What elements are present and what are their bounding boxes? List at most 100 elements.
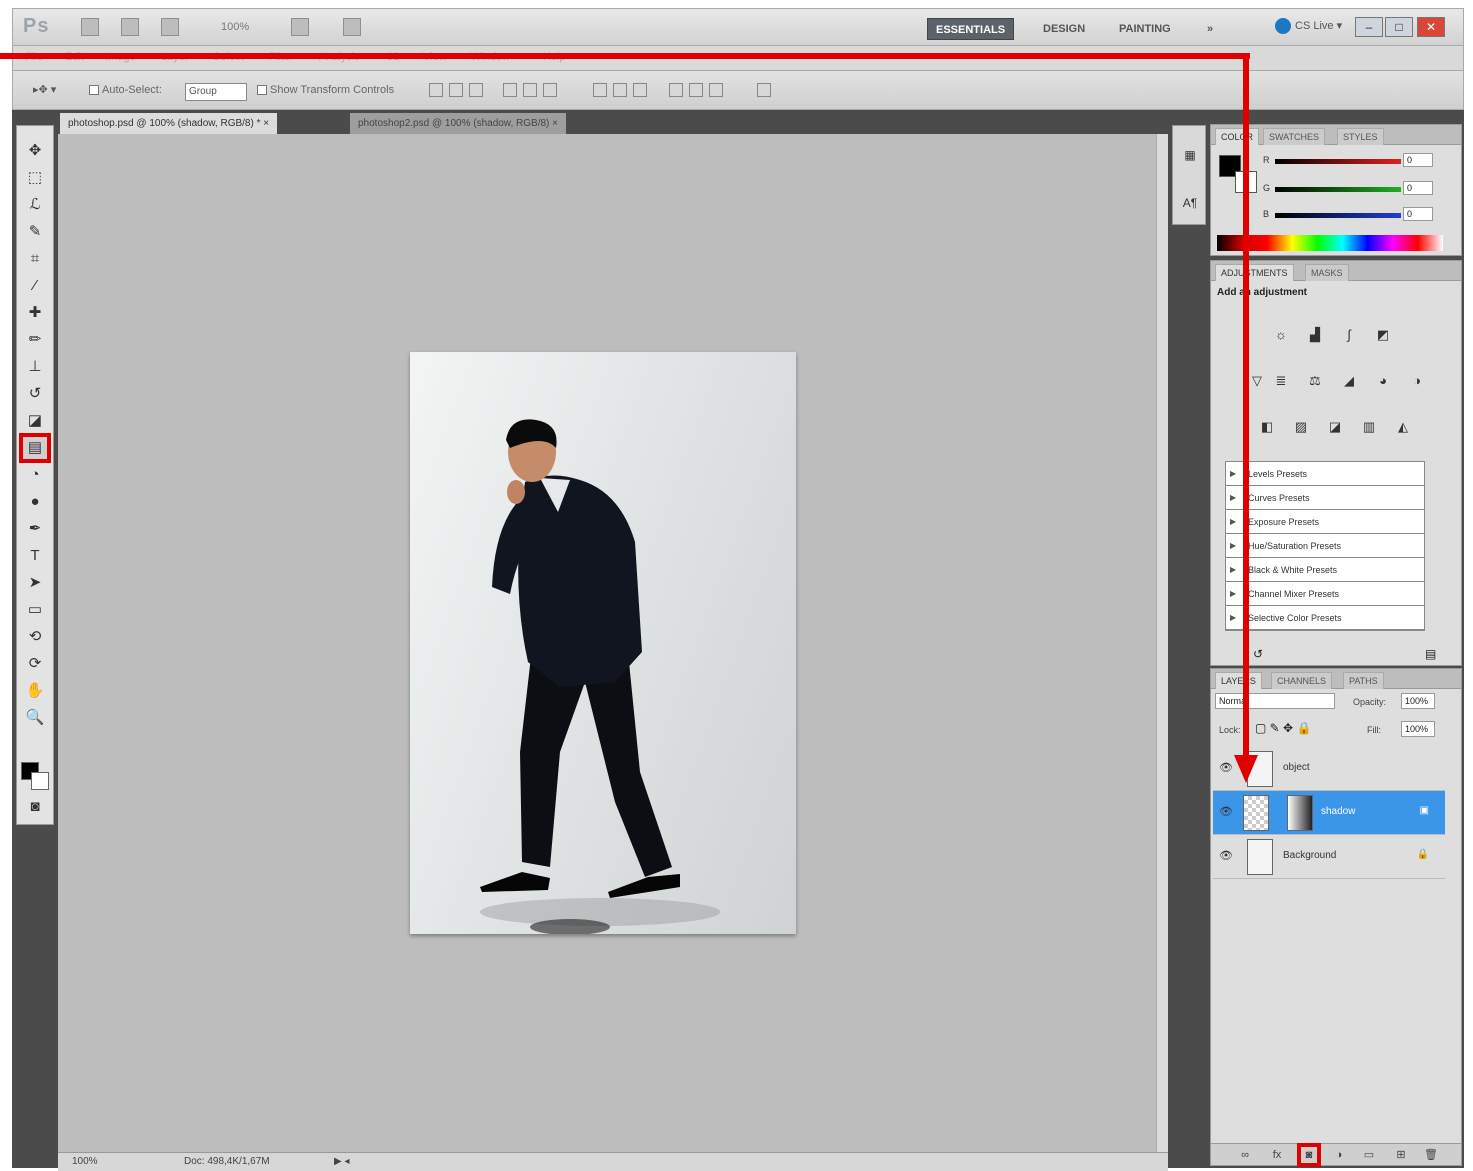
gradient-tool-icon[interactable]: ▤: [19, 433, 51, 463]
blue-value-input[interactable]: 0: [1403, 207, 1433, 221]
opacity-input[interactable]: 100%: [1401, 693, 1435, 709]
align-hcenter-icon[interactable]: [523, 83, 537, 97]
3d-orbit-tool-icon[interactable]: ⟳: [23, 653, 47, 675]
stamp-tool-icon[interactable]: ⊥: [23, 356, 47, 378]
dodge-tool-icon[interactable]: ●: [23, 491, 47, 513]
auto-select-dropdown[interactable]: Group: [185, 83, 247, 101]
document-tab-photoshop2[interactable]: photoshop2.psd @ 100% (shadow, RGB/8) ×: [350, 113, 566, 134]
distribute-bottom-icon[interactable]: [633, 83, 647, 97]
distribute-right-icon[interactable]: [709, 83, 723, 97]
new-adjustment-layer-icon[interactable]: ◑: [1331, 1147, 1347, 1163]
preset-curves[interactable]: Curves Presets: [1226, 486, 1424, 510]
lock-icons[interactable]: ▢ ✎ ✥ 🔒: [1255, 721, 1311, 735]
preset-hue-saturation[interactable]: Hue/Saturation Presets: [1226, 534, 1424, 558]
workspace-more[interactable]: »: [1199, 18, 1221, 40]
return-to-list-icon[interactable]: ↺: [1253, 647, 1263, 661]
red-slider[interactable]: [1275, 159, 1401, 164]
color-balance-icon[interactable]: ⚖: [1305, 371, 1325, 391]
pen-tool-icon[interactable]: ✒: [23, 518, 47, 540]
history-brush-icon[interactable]: ↺: [23, 383, 47, 405]
auto-align-layers-icon[interactable]: [757, 83, 771, 97]
layer-row-shadow[interactable]: 👁 shadow ▣: [1213, 791, 1445, 835]
zoom-level-select[interactable]: 100%: [221, 21, 249, 33]
new-layer-icon[interactable]: ⊞: [1393, 1147, 1409, 1163]
preset-black-white[interactable]: Black & White Presets: [1226, 558, 1424, 582]
type-tool-icon[interactable]: T: [23, 545, 47, 567]
layer-row-background[interactable]: 👁 Background 🔒: [1213, 835, 1445, 879]
tab-channels[interactable]: CHANNELS: [1271, 672, 1333, 689]
mini-bridge-button[interactable]: [121, 18, 139, 36]
distribute-vcenter-icon[interactable]: [613, 83, 627, 97]
vibrance-icon[interactable]: ▽: [1247, 371, 1267, 391]
curves-icon[interactable]: ∫: [1339, 325, 1359, 345]
status-menu-arrow-icon[interactable]: ▶ ◂: [334, 1156, 350, 1167]
distribute-top-icon[interactable]: [593, 83, 607, 97]
healing-tool-icon[interactable]: ✚: [23, 302, 47, 324]
fill-input[interactable]: 100%: [1401, 721, 1435, 737]
quick-select-tool-icon[interactable]: ✎: [23, 221, 47, 243]
quick-mask-icon[interactable]: ◙: [23, 796, 47, 818]
distribute-hcenter-icon[interactable]: [689, 83, 703, 97]
posterize-icon[interactable]: ▨: [1291, 417, 1311, 437]
close-button[interactable]: ✕: [1417, 17, 1445, 37]
status-zoom[interactable]: 100%: [72, 1156, 98, 1167]
brightness-contrast-icon[interactable]: ☼: [1271, 325, 1291, 345]
green-slider[interactable]: [1275, 187, 1401, 192]
path-select-tool-icon[interactable]: ➤: [23, 572, 47, 594]
character-panel-icon[interactable]: A¶: [1181, 194, 1199, 212]
link-layers-icon[interactable]: ∞: [1237, 1147, 1253, 1163]
blue-slider[interactable]: [1275, 213, 1401, 218]
lasso-tool-icon[interactable]: ℒ: [23, 194, 47, 216]
tool-preset-picker[interactable]: ▸✥ ▾: [33, 83, 56, 96]
photo-filter-icon[interactable]: ◕: [1373, 371, 1393, 391]
add-layer-mask-icon[interactable]: ◙: [1297, 1143, 1321, 1167]
preset-levels[interactable]: Levels Presets: [1226, 462, 1424, 486]
tab-swatches[interactable]: SWATCHES: [1263, 128, 1326, 145]
tab-adjustments[interactable]: ADJUSTMENTS: [1215, 264, 1294, 281]
brush-tool-icon[interactable]: ✏: [23, 329, 47, 351]
align-bottom-icon[interactable]: [469, 83, 483, 97]
background-color-swatch[interactable]: [31, 772, 49, 790]
3d-rotate-tool-icon[interactable]: ⟲: [23, 626, 47, 648]
tab-styles[interactable]: STYLES: [1337, 128, 1384, 145]
layer-style-icon[interactable]: fx: [1269, 1147, 1285, 1163]
workspace-essentials[interactable]: ESSENTIALS: [927, 18, 1015, 40]
selective-color-icon[interactable]: ◭: [1393, 417, 1413, 437]
workspace-painting[interactable]: PAINTING: [1111, 18, 1179, 40]
clip-to-layer-icon[interactable]: ▤: [1425, 647, 1436, 661]
histogram-panel-icon[interactable]: ▦: [1181, 146, 1199, 164]
show-transform-controls-checkbox[interactable]: Show Transform Controls: [257, 84, 394, 96]
hand-tool-icon[interactable]: ✋: [23, 680, 47, 702]
blur-tool-icon[interactable]: ◔: [23, 464, 47, 486]
align-vcenter-icon[interactable]: [449, 83, 463, 97]
arrange-documents-button[interactable]: [291, 18, 309, 36]
document-tab-photoshop[interactable]: photoshop.psd @ 100% (shadow, RGB/8) * ×: [60, 113, 278, 134]
cs-live-menu[interactable]: CS Live ▾: [1275, 18, 1342, 34]
black-white-icon[interactable]: ◢: [1339, 371, 1359, 391]
gradient-map-icon[interactable]: ▥: [1359, 417, 1379, 437]
channel-mixer-icon[interactable]: ◑: [1407, 371, 1427, 391]
preset-selective-color[interactable]: Selective Color Presets: [1226, 606, 1424, 630]
screen-mode-button[interactable]: [343, 18, 361, 36]
visibility-eye-icon[interactable]: 👁: [1219, 849, 1233, 862]
invert-icon[interactable]: ◧: [1257, 417, 1277, 437]
view-extras-button[interactable]: [161, 18, 179, 36]
move-tool-icon[interactable]: ✥: [23, 140, 47, 162]
crop-tool-icon[interactable]: ⌗: [23, 248, 47, 270]
tab-paths[interactable]: PATHS: [1343, 672, 1384, 689]
color-spectrum-ramp[interactable]: [1217, 235, 1443, 251]
exposure-icon[interactable]: ◩: [1373, 325, 1393, 345]
align-right-icon[interactable]: [543, 83, 557, 97]
blend-mode-dropdown[interactable]: Normal: [1215, 693, 1335, 709]
align-top-icon[interactable]: [429, 83, 443, 97]
zoom-tool-icon[interactable]: 🔍: [23, 707, 47, 729]
hue-saturation-icon[interactable]: ≣: [1271, 371, 1291, 391]
red-value-input[interactable]: 0: [1403, 153, 1433, 167]
preset-exposure[interactable]: Exposure Presets: [1226, 510, 1424, 534]
shape-tool-icon[interactable]: ▭: [23, 599, 47, 621]
eyedropper-tool-icon[interactable]: ⁄: [23, 275, 47, 297]
visibility-eye-icon[interactable]: 👁: [1219, 805, 1233, 818]
vertical-scrollbar[interactable]: [1156, 134, 1168, 1152]
auto-select-checkbox[interactable]: Auto-Select:: [89, 84, 162, 96]
align-left-icon[interactable]: [503, 83, 517, 97]
